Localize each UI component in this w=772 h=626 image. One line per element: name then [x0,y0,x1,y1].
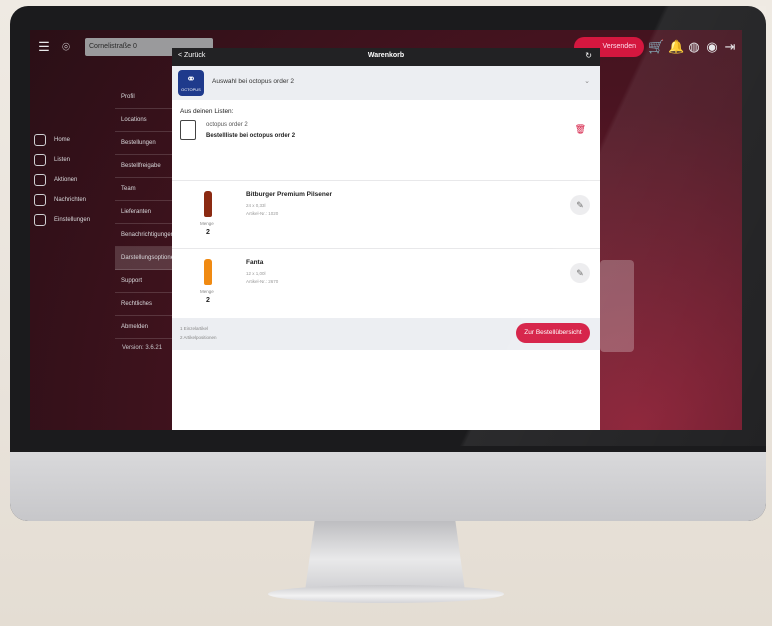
monitor-stand [305,521,465,591]
cart-footer: 1 Einzelartikel 2 Artikelpositionen Zur … [172,318,600,350]
list-subtitle: Bestellliste bei octopus order 2 [206,133,296,139]
monitor-base [268,585,504,603]
gear-icon [34,214,46,226]
submenu-item-bestellfreigabe[interactable]: Bestellfreigabe [115,155,175,178]
submenu-item-profil[interactable]: Profil [115,86,175,109]
trash-icon[interactable]: 🗑 [575,124,586,135]
bell-icon[interactable]: 🔔 [668,39,684,55]
refresh-icon[interactable]: ↻ [585,51,592,60]
submenu-item-locations[interactable]: Locations [115,109,175,132]
quantity-value[interactable]: 2 [206,297,210,304]
home-icon [34,134,46,146]
cart-modal: < Zurück Warenkorb ↻ ⚭ OCTOPUS Auswahl be… [172,48,600,430]
product-name: Fanta [246,259,264,266]
sidebar-item-label: Nachrichten [54,197,87,203]
monitor-chin [10,452,766,521]
screen: ☰ ⌾ Cornelistraße 0 Versenden 🛒 🔔 ◍ ◉ ⇥ … [30,30,742,430]
bottle-icon [204,191,212,217]
edit-icon[interactable]: ✎ [570,195,590,215]
order-list-icon [180,120,196,140]
list-name: octopus order 2 [206,122,248,128]
supplier-selector[interactable]: ⚭ OCTOPUS Auswahl bei octopus order 2 ⌄ [172,66,600,100]
background-card [600,260,634,352]
submenu-item-benachrichtigungen[interactable]: Benachrichtigungen [115,224,175,247]
sidebar-item-label: Listen [54,157,71,163]
edit-icon[interactable]: ✎ [570,263,590,283]
menu-icon[interactable]: ☰ [36,39,52,55]
globe-icon[interactable]: ◍ [686,39,702,55]
sidebar-item-aktionen[interactable]: Aktionen [30,170,110,190]
footer-position-count: 2 Artikelpositionen [180,335,217,340]
modal-header: < Zurück Warenkorb ↻ [172,48,600,66]
list-icon [34,154,46,166]
quantity-label: Menge [200,221,214,226]
product-article-number: Artikel-Nr.: 2670 [246,279,279,284]
submenu-item-team[interactable]: Team [115,178,175,201]
section-title: Aus deinen Listen: [180,108,234,115]
product-pack: 24 x 0,33l [246,203,266,208]
bottle-icon [204,259,212,285]
footer-item-count: 1 Einzelartikel [180,326,209,331]
sidebar-item-listen[interactable]: Listen [30,150,110,170]
order-overview-button[interactable]: Zur Bestellübersicht [516,323,590,343]
cart-icon[interactable]: 🛒 [648,39,664,55]
order-list-row[interactable]: octopus order 2 Bestellliste bei octopus… [180,116,592,146]
submenu-item-lieferanten[interactable]: Lieferanten [115,201,175,224]
chevron-down-icon[interactable]: ⌄ [584,77,590,85]
submenu-item-abmelden[interactable]: Abmelden [115,316,175,339]
sidebar-item-label: Einstellungen [54,217,91,223]
logout-icon[interactable]: ⇥ [722,39,738,55]
tag-icon [34,174,46,186]
logo-text: OCTOPUS [181,87,201,92]
submenu-item-rechtliches[interactable]: Rechtliches [115,293,175,316]
submenu-item-bestellungen[interactable]: Bestellungen [115,132,175,155]
product-pack: 12 x 1,00l [246,271,266,276]
settings-submenu: Profil Locations Bestellungen Bestellfre… [115,86,175,339]
sidebar-item-nachrichten[interactable]: Nachrichten [30,190,110,210]
submenu-item-darstellung[interactable]: Darstellungsoptionen [115,247,175,270]
product-name: Bitburger Premium Pilsener [246,191,332,198]
message-icon [34,194,46,206]
submenu-item-support[interactable]: Support [115,270,175,293]
product-row: Menge 2 Bitburger Premium Pilsener 24 x … [172,180,600,249]
version-label: Version: 3.6.21 [122,345,163,351]
sidebar-item-label: Home [54,137,71,143]
selector-label: Auswahl bei octopus order 2 [212,78,295,85]
sidebar-item-home[interactable]: Home [30,130,110,150]
modal-title: Warenkorb [367,52,405,59]
sidebar-nav: Home Listen Aktionen Nachrichten Einstel… [30,130,110,230]
octopus-logo: ⚭ OCTOPUS [178,70,204,96]
quantity-label: Menge [200,289,214,294]
user-icon[interactable]: ◉ [704,39,720,55]
sidebar-item-einstellungen[interactable]: Einstellungen [30,210,110,230]
quantity-value[interactable]: 2 [206,229,210,236]
product-row: Menge 2 Fanta 12 x 1,00l Artikel-Nr.: 26… [172,248,600,317]
sidebar-item-label: Aktionen [54,177,78,183]
product-article-number: Artikel-Nr.: 1020 [246,211,279,216]
location-pin-icon[interactable]: ⌾ [58,39,74,55]
